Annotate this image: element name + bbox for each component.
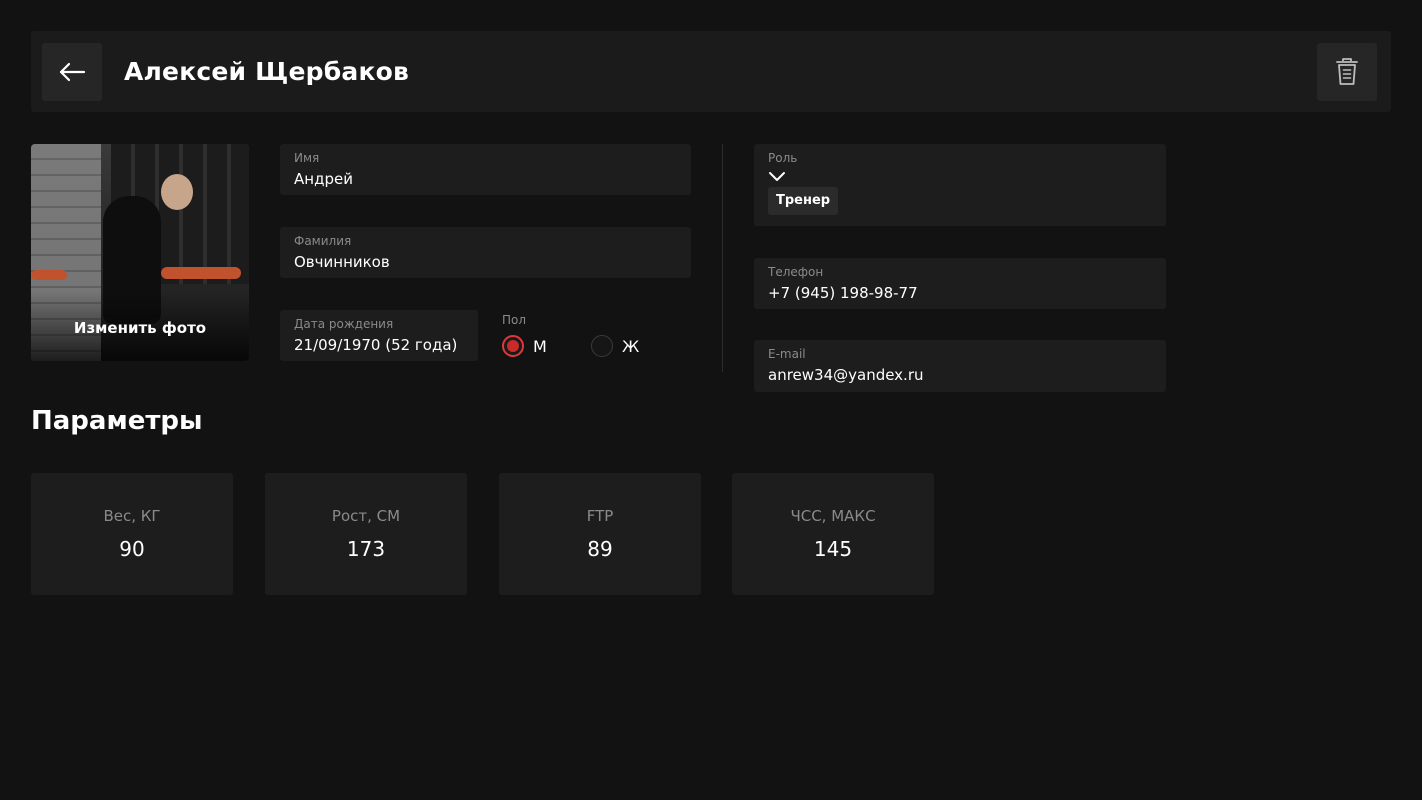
role-chip[interactable]: Тренер (768, 187, 839, 215)
phone-field[interactable]: Телефон +7 (945) 198-98-77 (754, 258, 1166, 309)
parameter-card-ftp[interactable]: FTP 89 (499, 473, 701, 595)
back-button[interactable] (42, 43, 102, 101)
role-field[interactable]: Роль Тренер (754, 144, 1166, 226)
page-header: Алексей Щербаков (31, 31, 1391, 112)
first-name-value[interactable]: Андрей (294, 168, 677, 190)
parameter-card-height[interactable]: Рост, СМ 173 (265, 473, 467, 595)
parameter-card-weight[interactable]: Вес, КГ 90 (31, 473, 233, 595)
parameter-label: FTP (586, 507, 614, 525)
gender-male-label: М (533, 336, 547, 356)
birth-date-label: Дата рождения (294, 317, 394, 331)
gender-option-female[interactable]: Ж (591, 335, 639, 357)
parameter-value: 173 (346, 537, 386, 561)
delete-button[interactable] (1317, 43, 1377, 101)
parameter-label: Рост, СМ (331, 507, 401, 525)
role-label: Роль (768, 151, 798, 165)
parameters-title: Параметры (31, 406, 203, 436)
first-name-label: Имя (294, 151, 320, 165)
parameter-value: 145 (813, 537, 853, 561)
last-name-value[interactable]: Овчинников (294, 251, 677, 273)
radio-female[interactable] (591, 335, 613, 357)
parameter-value: 90 (119, 537, 145, 561)
parameter-label: Вес, КГ (103, 507, 161, 525)
last-name-field[interactable]: Фамилия Овчинников (280, 227, 691, 278)
photo-bench (161, 267, 241, 279)
change-photo-label[interactable]: Изменить фото (31, 319, 249, 337)
email-value[interactable]: anrew34@yandex.ru (768, 364, 1152, 386)
last-name-label: Фамилия (294, 234, 352, 248)
gender-option-male[interactable]: М (502, 335, 547, 357)
radio-male[interactable] (502, 335, 524, 357)
first-name-field[interactable]: Имя Андрей (280, 144, 691, 195)
photo-person-head (161, 174, 193, 210)
phone-label: Телефон (768, 265, 824, 279)
profile-photo[interactable]: Изменить фото (31, 144, 249, 361)
phone-value[interactable]: +7 (945) 198-98-77 (768, 282, 1152, 304)
arrow-left-icon (59, 62, 86, 82)
chevron-down-icon (769, 172, 785, 181)
birth-date-field[interactable]: Дата рождения 21/09/1970 (52 года) (280, 310, 478, 361)
page-title: Алексей Щербаков (124, 57, 410, 86)
email-label: E-mail (768, 347, 806, 361)
parameter-value: 89 (587, 537, 613, 561)
vertical-divider (722, 144, 723, 372)
parameter-card-max-hr[interactable]: ЧСС, МАКС 145 (732, 473, 934, 595)
birth-date-value[interactable]: 21/09/1970 (52 года) (294, 334, 464, 356)
gender-group: Пол М Ж (502, 313, 682, 363)
gender-label: Пол (502, 313, 527, 327)
gender-female-label: Ж (622, 336, 640, 356)
role-dropdown-toggle[interactable] (768, 168, 1152, 182)
trash-icon (1336, 58, 1358, 85)
email-field[interactable]: E-mail anrew34@yandex.ru (754, 340, 1166, 392)
parameter-label: ЧСС, МАКС (790, 507, 876, 525)
photo-bench-left (31, 270, 67, 280)
